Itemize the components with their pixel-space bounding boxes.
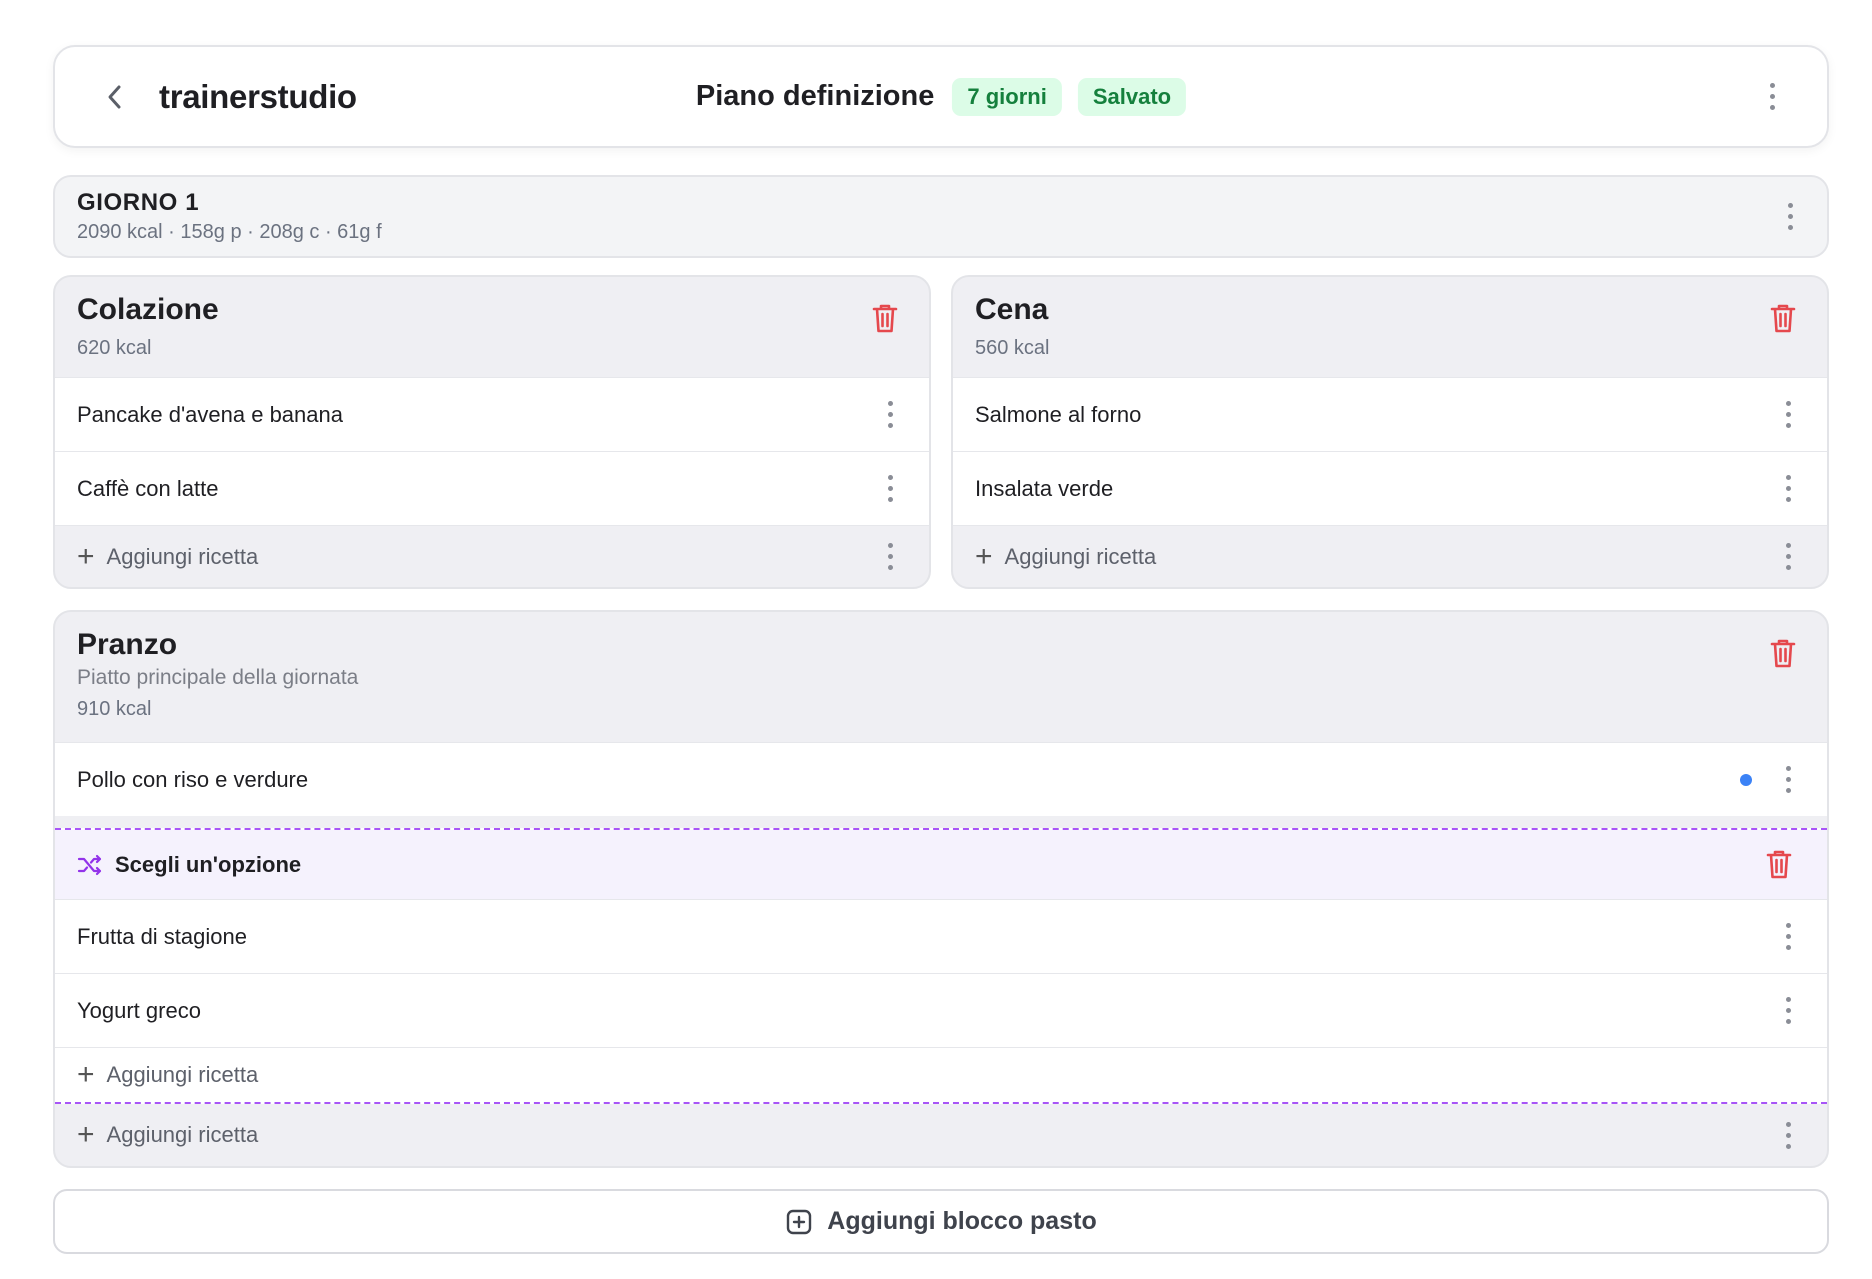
- more-vertical-icon: [1787, 203, 1793, 208]
- add-recipe-button[interactable]: + Aggiungi ricetta: [55, 1104, 1827, 1166]
- meal-title: Colazione: [77, 293, 219, 326]
- add-recipe-label: Aggiungi ricetta: [106, 1062, 259, 1087]
- more-vertical-icon: [887, 475, 893, 480]
- meal-more-button[interactable]: [1773, 1115, 1803, 1155]
- header-more-button[interactable]: [1757, 77, 1787, 117]
- recipe-item[interactable]: Caffè con latte: [55, 451, 929, 525]
- meal-card-pranzo: Pranzo Piatto principale della giornata …: [53, 610, 1829, 1168]
- recipe-name: Salmone al forno: [975, 401, 1142, 427]
- recipe-name: Pancake d'avena e banana: [77, 401, 343, 427]
- meal-more-button[interactable]: [875, 537, 905, 577]
- meal-kcal: 620 kcal: [77, 337, 152, 359]
- recipe-item[interactable]: Pancake d'avena e banana: [55, 377, 929, 451]
- plus-square-icon: [787, 1209, 812, 1234]
- chevron-left-icon: [108, 85, 121, 108]
- add-recipe-label: Aggiungi ricetta: [106, 543, 259, 569]
- more-vertical-icon: [1785, 766, 1791, 771]
- meals-row: Colazione 620 kcal Pancake d'avena e ban…: [53, 275, 1829, 589]
- brand-name: trainerstudio: [159, 77, 357, 115]
- recipe-item[interactable]: Salmone al forno: [953, 377, 1827, 451]
- plus-icon: +: [77, 539, 95, 573]
- more-vertical-icon: [1785, 475, 1791, 480]
- add-meal-block-label: Aggiungi blocco pasto: [827, 1207, 1097, 1235]
- meal-more-button[interactable]: [1773, 537, 1803, 577]
- option-group: Scegli un'opzione Frutta di stagione Yog…: [55, 828, 1827, 1104]
- plus-icon: +: [77, 1058, 95, 1091]
- meal-header: Cena 560 kcal: [953, 277, 1827, 377]
- more-vertical-icon: [1769, 83, 1775, 88]
- add-recipe-label: Aggiungi ricetta: [106, 1122, 259, 1147]
- recipe-more-button[interactable]: [875, 395, 905, 435]
- add-recipe-label: Aggiungi ricetta: [1004, 543, 1157, 569]
- recipe-more-button[interactable]: [1773, 917, 1803, 957]
- add-option-recipe-button[interactable]: + Aggiungi ricetta: [55, 1047, 1827, 1102]
- meal-header: Colazione 620 kcal: [55, 277, 929, 377]
- trash-icon[interactable]: [1767, 636, 1799, 670]
- top-header: trainerstudio Piano definizione 7 giorni…: [53, 45, 1829, 148]
- app-root: trainerstudio Piano definizione 7 giorni…: [53, 45, 1829, 1254]
- day-more-button[interactable]: [1775, 197, 1805, 237]
- recipe-name: Yogurt greco: [77, 997, 201, 1023]
- day-macros: 2090 kcal · 158g p · 208g c · 61g f: [77, 221, 382, 243]
- duration-badge: 7 giorni: [952, 77, 1062, 116]
- meal-kcal: 560 kcal: [975, 337, 1050, 359]
- more-vertical-icon: [1785, 923, 1791, 928]
- recipe-name: Pollo con riso e verdure: [77, 766, 309, 792]
- trash-icon[interactable]: [1763, 847, 1795, 881]
- add-meal-block-button[interactable]: Aggiungi blocco pasto: [53, 1189, 1829, 1254]
- meal-card-colazione: Colazione 620 kcal Pancake d'avena e ban…: [53, 275, 931, 589]
- add-recipe-button[interactable]: + Aggiungi ricetta: [953, 525, 1827, 587]
- recipe-more-button[interactable]: [1773, 395, 1803, 435]
- recipe-item[interactable]: Insalata verde: [953, 451, 1827, 525]
- meal-card-cena: Cena 560 kcal Salmone al forno Insalata …: [951, 275, 1829, 589]
- meal-header: Pranzo Piatto principale della giornata …: [55, 612, 1827, 742]
- day-header: GIORNO 1 2090 kcal · 158g p · 208g c · 6…: [53, 175, 1829, 258]
- recipe-more-button[interactable]: [1773, 469, 1803, 509]
- more-vertical-icon: [887, 401, 893, 406]
- meal-title: Pranzo: [77, 628, 178, 661]
- meal-title: Cena: [975, 293, 1049, 326]
- status-indicator-dot: [1740, 773, 1752, 786]
- day-title: GIORNO 1: [77, 189, 200, 216]
- option-item[interactable]: Frutta di stagione: [55, 899, 1827, 973]
- add-recipe-button[interactable]: + Aggiungi ricetta: [55, 525, 929, 587]
- trash-icon[interactable]: [1767, 301, 1799, 335]
- recipe-name: Insalata verde: [975, 475, 1114, 501]
- recipe-more-button[interactable]: [875, 469, 905, 509]
- plus-icon: +: [77, 1118, 95, 1151]
- trash-icon[interactable]: [869, 301, 901, 335]
- more-vertical-icon: [1785, 1121, 1791, 1127]
- plan-title-group: Piano definizione 7 giorni Salvato: [695, 77, 1187, 116]
- more-vertical-icon: [887, 543, 893, 548]
- option-item[interactable]: Yogurt greco: [55, 973, 1827, 1047]
- meal-kcal: 910 kcal: [77, 698, 152, 720]
- option-group-header: Scegli un'opzione: [55, 830, 1827, 899]
- status-badge: Salvato: [1077, 77, 1187, 116]
- shuffle-icon: [77, 854, 102, 875]
- recipe-name: Frutta di stagione: [77, 923, 247, 949]
- option-group-label: Scegli un'opzione: [115, 851, 302, 877]
- more-vertical-icon: [1785, 543, 1791, 548]
- recipe-item[interactable]: Pollo con riso e verdure: [55, 742, 1827, 816]
- plus-icon: +: [975, 539, 993, 573]
- plan-name: Piano definizione: [695, 80, 935, 112]
- recipe-more-button[interactable]: [1773, 760, 1803, 800]
- recipe-more-button[interactable]: [1773, 991, 1803, 1031]
- back-button[interactable]: [95, 77, 135, 117]
- meal-subtitle: Piatto principale della giornata: [77, 666, 359, 689]
- more-vertical-icon: [1785, 401, 1791, 406]
- more-vertical-icon: [1785, 997, 1791, 1002]
- recipe-name: Caffè con latte: [77, 475, 219, 501]
